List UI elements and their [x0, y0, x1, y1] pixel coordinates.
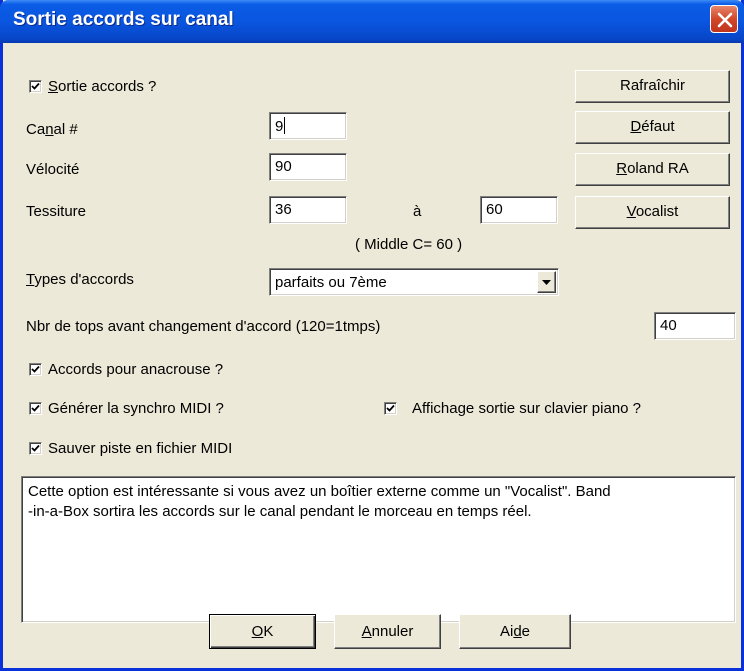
chord-types-dropdown-button[interactable]: [537, 271, 556, 293]
description-line-1: Cette option est intéressante si vous av…: [28, 483, 611, 500]
range-label: Tessiture: [26, 203, 87, 220]
checkmark-icon: [31, 365, 40, 373]
ok-button[interactable]: OK: [209, 614, 316, 649]
title-bar[interactable]: Sortie accords sur canal: [0, 0, 744, 43]
piano-display-checkbox[interactable]: [384, 402, 397, 415]
chord-output-label[interactable]: Sortie accords ?: [48, 78, 156, 96]
close-button[interactable]: [710, 5, 738, 33]
middle-c-note: ( Middle C= 60 ): [355, 236, 463, 253]
checkmark-icon: [31, 82, 40, 90]
chord-types-label: Types d'accords: [26, 271, 134, 288]
vocalist-button[interactable]: Vocalist: [575, 196, 730, 229]
save-midi-label[interactable]: Sauver piste en fichier MIDI: [48, 440, 232, 458]
roland-ra-button[interactable]: Roland RA: [575, 153, 730, 186]
chord-types-select[interactable]: parfaits ou 7ème: [269, 268, 559, 296]
ticks-label: Nbr de tops avant changement d'accord (1…: [26, 318, 381, 335]
dialog-window: Sortie accords sur canal Sortie accords …: [0, 0, 744, 671]
ticks-input[interactable]: 40: [654, 312, 736, 340]
velocity-label: Vélocité: [26, 161, 80, 178]
window-title: Sortie accords sur canal: [13, 9, 234, 30]
refresh-button[interactable]: Rafraîchir: [575, 70, 730, 103]
range-to-label: à: [413, 203, 422, 220]
checkmark-icon: [386, 404, 395, 412]
midi-sync-label[interactable]: Générer la synchro MIDI ?: [48, 400, 224, 418]
save-midi-checkbox[interactable]: [29, 442, 42, 455]
checkmark-icon: [31, 444, 40, 452]
range-low-input[interactable]: 36: [269, 196, 347, 224]
chord-output-checkbox[interactable]: [29, 80, 42, 93]
close-icon: [717, 12, 733, 28]
cancel-button[interactable]: Annuler: [334, 614, 441, 649]
range-high-input[interactable]: 60: [480, 196, 558, 224]
midi-sync-checkbox[interactable]: [29, 402, 42, 415]
chord-types-value: parfaits ou 7ème: [275, 274, 387, 291]
anacrusis-label[interactable]: Accords pour anacrouse ?: [48, 361, 223, 379]
default-button[interactable]: Défaut: [575, 111, 730, 144]
description-line-2: -in-a-Box sortira les accords sur le can…: [28, 503, 532, 520]
checkmark-icon: [31, 404, 40, 412]
description-textbox[interactable]: Cette option est intéressante si vous av…: [21, 476, 736, 623]
velocity-input[interactable]: 90: [269, 153, 347, 181]
help-button[interactable]: Aide: [459, 614, 571, 649]
channel-label: Canal #: [26, 121, 78, 138]
channel-input[interactable]: 9: [269, 112, 347, 140]
anacrusis-checkbox[interactable]: [29, 363, 42, 376]
piano-display-label[interactable]: Affichage sortie sur clavier piano ?: [412, 400, 641, 418]
chevron-down-icon: [542, 280, 551, 285]
